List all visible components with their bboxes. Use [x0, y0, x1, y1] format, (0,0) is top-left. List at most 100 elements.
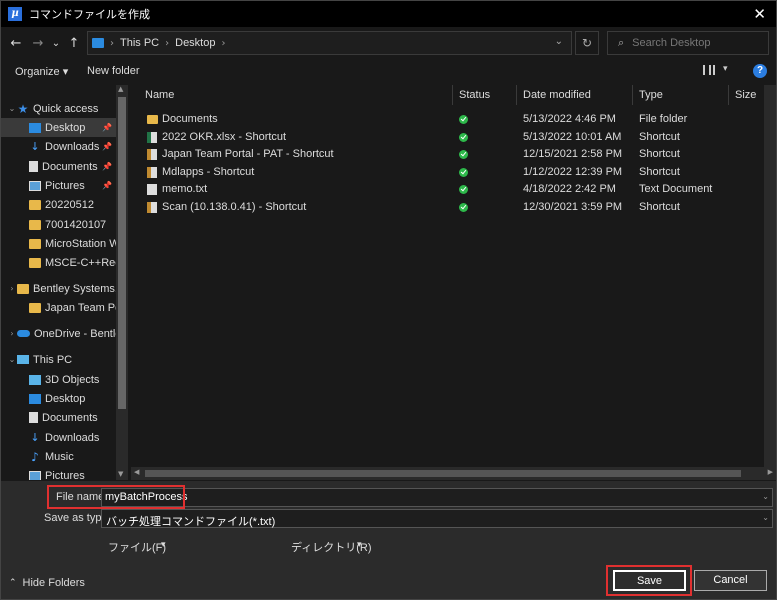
file-row[interactable]: 2022 OKR.xlsx - Shortcut 5/13/2022 10:01 …	[131, 129, 776, 146]
chevron-up-icon: ⌃	[9, 578, 17, 588]
help-icon[interactable]: ?	[753, 64, 767, 78]
search-icon: ⌕	[618, 36, 625, 49]
sidebar-item-label: Documents	[42, 160, 98, 173]
forward-arrow-icon[interactable]: →	[27, 36, 49, 51]
sidebar-item[interactable]: 20220512	[1, 195, 116, 214]
pin-icon[interactable]: 📌	[102, 181, 112, 190]
file-name-highlight	[47, 485, 185, 509]
file-name-combobox[interactable]: ⌄	[101, 488, 773, 507]
close-icon[interactable]: ✕	[753, 5, 766, 23]
expand-chevron-icon[interactable]: ⌄	[7, 355, 17, 364]
save-options-panel: File name: ⌄ Save as type: バッチ処理コマンドファイル…	[1, 481, 776, 599]
sidebar-item[interactable]: 7001420107	[1, 215, 116, 234]
folder-icon	[29, 302, 41, 313]
sidebar-item[interactable]: Documents 📌	[1, 157, 116, 176]
column-header-date-modified[interactable]: Date modified	[517, 85, 633, 105]
file-date: 4/18/2022 2:42 PM	[523, 183, 616, 195]
file-menu-dropdown-icon[interactable]: ▾	[161, 540, 166, 550]
file-name: Scan (10.138.0.41) - Shortcut	[162, 200, 307, 213]
file-row[interactable]: memo.txt4/18/2022 2:42 PMText Document2	[131, 181, 776, 198]
save-as-type-select[interactable]: バッチ処理コマンドファイル(*.txt) ⌄	[101, 509, 773, 528]
file-name-input[interactable]	[105, 491, 745, 503]
breadcrumb-this-pc[interactable]: This PC	[120, 37, 159, 49]
sidebar-item-label: This PC	[33, 353, 73, 366]
sidebar-item[interactable]: 3D Objects	[1, 370, 116, 389]
sidebar-item[interactable]: Japan Team Port	[1, 298, 116, 317]
sidebar-item[interactable]: MSCE-C++Recor	[1, 253, 116, 272]
file-row[interactable]: Scan (10.138.0.41) - Shortcut 12/30/2021 …	[131, 199, 776, 216]
scroll-right-icon[interactable]: ▶	[768, 468, 773, 476]
view-options-icon[interactable]	[703, 65, 715, 75]
expand-chevron-icon[interactable]: ›	[7, 329, 17, 338]
sidebar-item-label: Desktop	[45, 392, 86, 405]
address-bar[interactable]: › This PC › Desktop › ⌄	[87, 31, 572, 55]
expand-chevron-icon[interactable]: ⌄	[7, 104, 17, 113]
folder-icon	[29, 238, 41, 249]
column-header-name[interactable]: Name	[139, 85, 453, 105]
scroll-left-icon[interactable]: ◀	[134, 468, 139, 476]
file-list-vertical-scrollbar[interactable]	[764, 85, 776, 468]
file-date: 5/13/2022 4:46 PM	[523, 113, 616, 125]
organize-button[interactable]: Organize ▾	[15, 65, 68, 78]
hide-folders-toggle[interactable]: ⌃ Hide Folders	[9, 577, 85, 589]
up-arrow-icon[interactable]: ↑	[63, 36, 85, 51]
scroll-up-icon[interactable]: ▲	[118, 85, 123, 93]
cancel-button[interactable]: Cancel	[694, 570, 767, 591]
pin-icon[interactable]: 📌	[102, 142, 112, 151]
sidebar-item[interactable]: › OneDrive - Bentle	[1, 324, 116, 343]
sidebar-item[interactable]: ♪ Music	[1, 447, 116, 466]
save-as-type-dropdown-icon[interactable]: ⌄	[762, 513, 769, 522]
sidebar-item[interactable]: Pictures	[1, 466, 116, 480]
sidebar-item[interactable]: › Bentley Systems, I	[1, 279, 116, 298]
hide-folders-label: Hide Folders	[22, 577, 85, 589]
file-date: 5/13/2022 10:01 AM	[523, 130, 622, 143]
file-row[interactable]: Mdlapps - Shortcut 1/12/2022 12:39 PM Shor…	[131, 164, 776, 181]
directory-menu-dropdown-icon[interactable]: ▾	[357, 540, 362, 550]
expand-chevron-icon[interactable]: ›	[7, 284, 17, 293]
scroll-down-icon[interactable]: ▼	[118, 470, 123, 478]
sidebar-item[interactable]: ⌄ ★ Quick access	[1, 99, 116, 118]
scrollbar-thumb[interactable]	[145, 470, 741, 477]
sidebar-item[interactable]: Desktop 📌	[1, 118, 116, 137]
sidebar-item[interactable]: Documents	[1, 408, 116, 427]
sidebar-item[interactable]: Desktop	[1, 389, 116, 408]
recent-locations-chevron-icon[interactable]: ⌄	[49, 38, 63, 49]
sidebar-item-label: Music	[45, 450, 74, 463]
file-name-dropdown-icon[interactable]: ⌄	[762, 492, 769, 501]
sync-status-ok-icon	[459, 167, 468, 177]
refresh-button[interactable]: ↻	[575, 31, 599, 55]
sidebar-item[interactable]: MicroStation We	[1, 234, 116, 253]
sidebar-item-label: 7001420107	[45, 218, 107, 231]
pictures-icon	[29, 180, 41, 191]
sidebar-item-label: Desktop	[45, 121, 86, 134]
sidebar-item[interactable]: ↓ Downloads	[1, 428, 116, 447]
sidebar-item-label: OneDrive - Bentle	[34, 327, 116, 340]
pin-icon[interactable]: 📌	[102, 162, 112, 171]
search-box[interactable]: ⌕	[607, 31, 769, 55]
navigation-pane-scrollbar[interactable]: ▲ ▼	[116, 85, 128, 480]
view-dropdown-icon[interactable]: ▾	[723, 64, 728, 74]
back-arrow-icon[interactable]: ←	[5, 36, 27, 51]
scrollbar-thumb[interactable]	[118, 97, 126, 409]
file-row[interactable]: Documents 5/13/2022 4:46 PM File folder	[131, 111, 776, 128]
address-dropdown-icon[interactable]: ⌄	[555, 36, 563, 47]
file-name: memo.txt	[162, 183, 208, 195]
sync-status-ok-icon	[459, 132, 468, 142]
sidebar-item[interactable]: Pictures 📌	[1, 176, 116, 195]
sidebar-item[interactable]: ⌄ This PC	[1, 350, 116, 369]
column-header-type[interactable]: Type	[633, 85, 729, 105]
column-header-status[interactable]: Status	[453, 85, 517, 105]
download-icon: ↓	[30, 431, 40, 444]
search-input[interactable]	[632, 37, 753, 49]
sidebar-item-label: MSCE-C++Recor	[45, 256, 116, 269]
file-row[interactable]: Japan Team Portal - PAT - Shortcut 12/15/…	[131, 146, 776, 163]
sync-status-ok-icon	[459, 115, 468, 124]
breadcrumb-desktop[interactable]: Desktop	[175, 37, 215, 49]
pin-icon[interactable]: 📌	[102, 123, 112, 132]
file-menu-button[interactable]: ファイル(F)	[108, 539, 166, 555]
command-bar: Organize ▾ New folder ▾ ?	[1, 61, 776, 83]
sidebar-item-label: Downloads	[45, 431, 100, 444]
new-folder-button[interactable]: New folder	[87, 65, 140, 77]
sidebar-item[interactable]: ↓ Downloads 📌	[1, 137, 116, 156]
file-list-horizontal-scrollbar[interactable]: ◀ ▶	[131, 467, 776, 480]
